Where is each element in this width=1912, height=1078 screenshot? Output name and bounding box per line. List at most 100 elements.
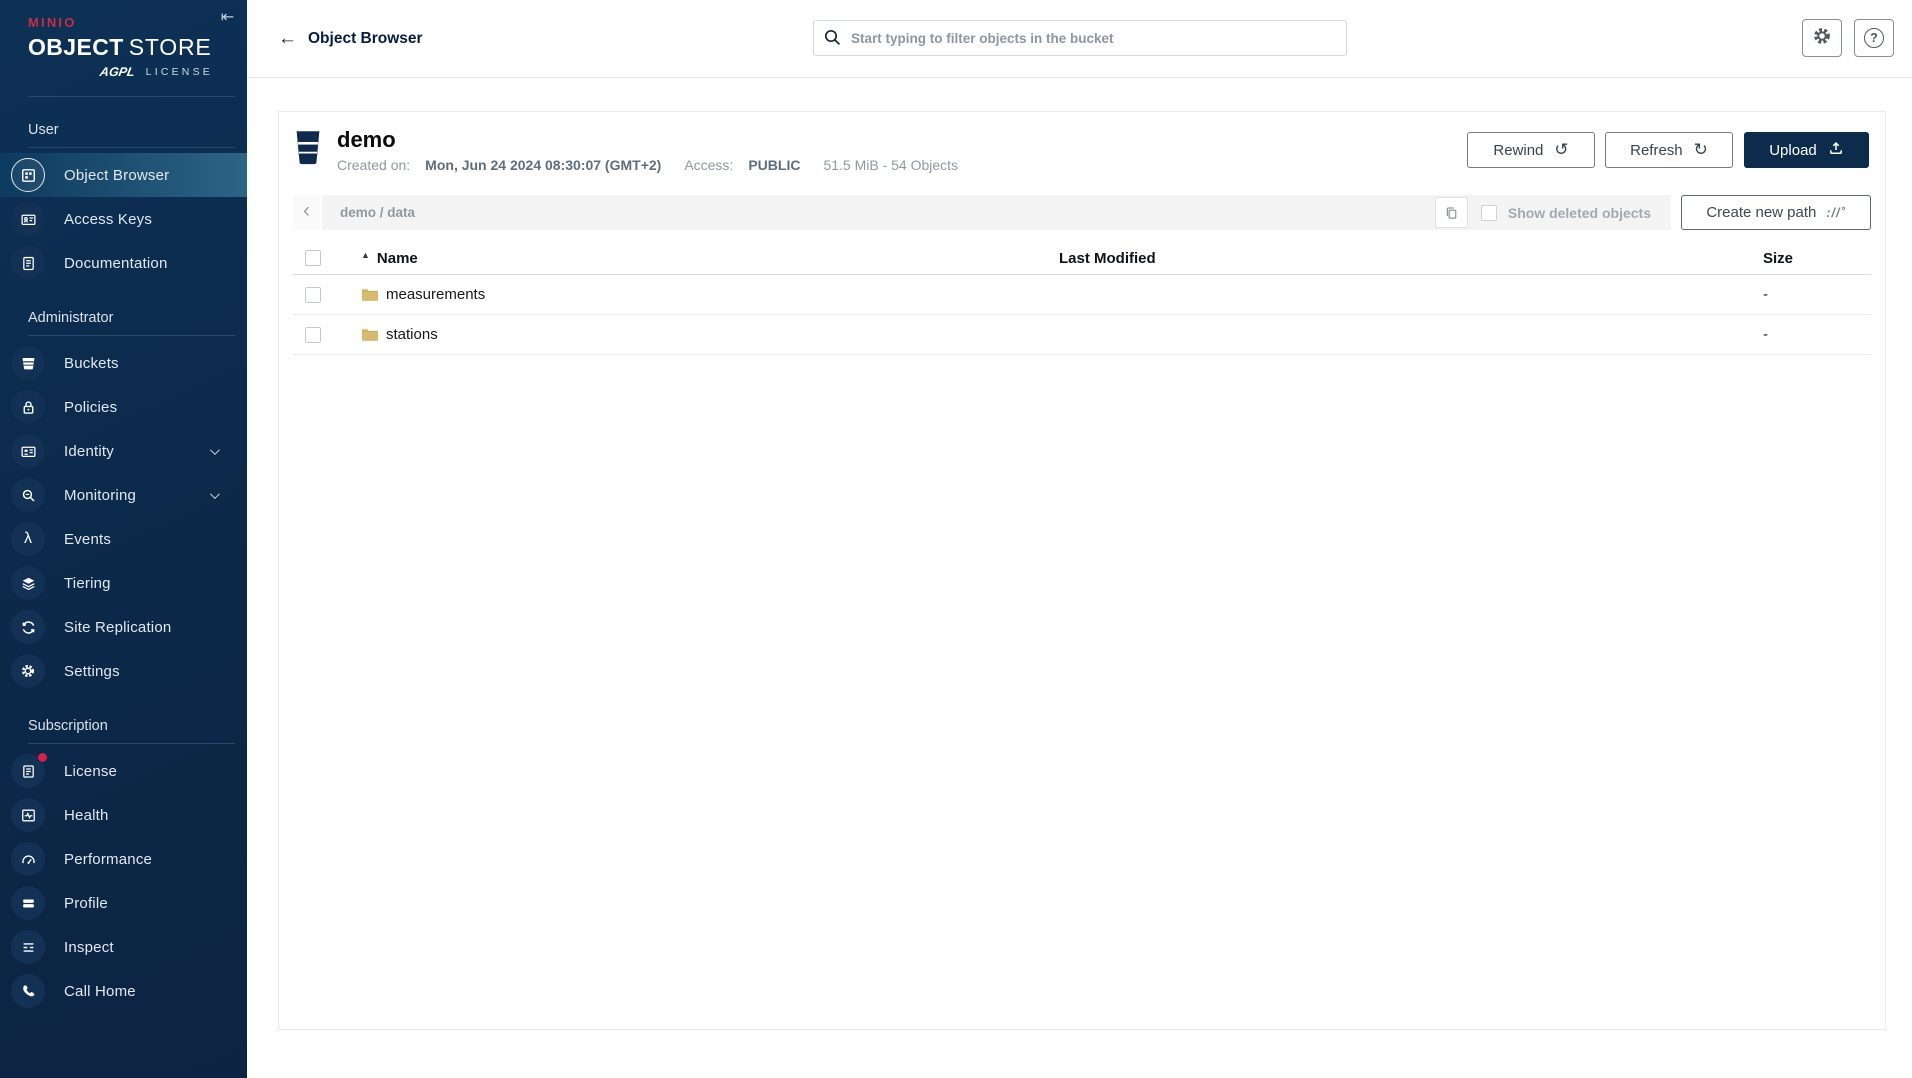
sidebar-item-documentation[interactable]: Documentation — [0, 241, 247, 285]
sidebar-item-profile[interactable]: Profile — [0, 881, 247, 925]
object-name: stations — [386, 326, 438, 343]
object-name-cell[interactable]: stations — [361, 326, 1059, 343]
access-value: PUBLIC — [748, 157, 800, 173]
divider — [28, 335, 235, 336]
sidebar-item-label: Identity — [64, 443, 114, 460]
sidebar-item-label: Tiering — [64, 575, 111, 592]
product-name: OBJECTSTORE — [28, 34, 231, 61]
path-back-button[interactable]: ‹ — [293, 195, 322, 230]
sidebar-item-policies[interactable]: Policies — [0, 385, 247, 429]
settings-button[interactable] — [1802, 19, 1842, 57]
back-arrow-icon: ← — [278, 29, 297, 48]
copy-icon — [1444, 205, 1459, 221]
sidebar-item-license[interactable]: License — [0, 749, 247, 793]
row-checkbox[interactable] — [305, 327, 321, 343]
object-name-cell[interactable]: measurements — [361, 286, 1059, 303]
section-label: User — [0, 122, 247, 138]
documentation-icon — [11, 246, 45, 280]
settings-icon — [11, 654, 45, 688]
chevron-down-icon — [210, 445, 220, 455]
sidebar-item-performance[interactable]: Performance — [0, 837, 247, 881]
divider — [28, 96, 235, 97]
create-new-path-button[interactable]: Create new path ://˚ — [1681, 195, 1871, 230]
column-size[interactable]: Size — [1749, 250, 1871, 267]
sidebar-item-access-keys[interactable]: Access Keys — [0, 197, 247, 241]
browser-bar: ‹ demo / data Show deleted objects Creat… — [293, 195, 1871, 230]
sidebar-item-label: Object Browser — [64, 167, 169, 184]
gear-icon — [1811, 25, 1833, 52]
bucket-icon — [295, 129, 321, 171]
collapse-sidebar-icon[interactable]: ⇤ — [221, 7, 234, 27]
chevron-down-icon — [210, 489, 220, 499]
sidebar-section-user: User Object Browser Access Keys Documentati… — [0, 122, 247, 285]
refresh-button[interactable]: Refresh ↻ — [1605, 132, 1733, 168]
table-header: ▲ Name Last Modified Size — [293, 242, 1871, 275]
sidebar-item-call-home[interactable]: Call Home — [0, 969, 247, 1013]
inspect-icon — [11, 930, 45, 964]
top-bar: ← Object Browser ? — [247, 0, 1912, 78]
sidebar-item-label: Documentation — [64, 255, 168, 272]
object-size: - — [1749, 286, 1871, 303]
notification-dot — [37, 752, 48, 763]
sort-asc-icon: ▲ — [361, 250, 370, 260]
table-row-stations[interactable]: stations- — [293, 315, 1871, 355]
select-all-checkbox[interactable] — [305, 250, 321, 266]
sidebar-item-label: Access Keys — [64, 211, 152, 228]
sidebar-item-label: Settings — [64, 663, 120, 680]
object-filter — [813, 20, 1347, 56]
show-deleted-toggle[interactable]: Show deleted objects — [1481, 205, 1651, 221]
help-button[interactable]: ? — [1854, 19, 1894, 57]
search-input[interactable] — [813, 20, 1347, 56]
access-label: Access: — [684, 157, 733, 173]
folder-icon — [361, 327, 379, 342]
site-replication-icon — [11, 610, 45, 644]
sidebar-section-subscription: SubscriptionLicenseHealthPerformanceProf… — [0, 718, 247, 1013]
upload-button[interactable]: Upload — [1744, 132, 1869, 168]
sidebar-item-events[interactable]: λEvents — [0, 517, 247, 561]
back-to-buckets[interactable]: ← Object Browser — [278, 29, 423, 48]
minio-wordmark: MINIO — [28, 15, 231, 30]
sidebar-item-label: Buckets — [64, 355, 119, 372]
rewind-button[interactable]: Rewind ↺ — [1467, 132, 1595, 168]
sidebar-item-inspect[interactable]: Inspect — [0, 925, 247, 969]
sidebar-item-tiering[interactable]: Tiering — [0, 561, 247, 605]
sidebar-nav: User Object Browser Access Keys Documentati… — [0, 122, 247, 1013]
sidebar-item-monitoring[interactable]: Monitoring — [0, 473, 247, 517]
table-row-measurements[interactable]: measurements - — [293, 275, 1871, 315]
show-deleted-checkbox[interactable] — [1481, 205, 1497, 221]
sidebar-item-label: Profile — [64, 895, 108, 912]
sidebar-section-administrator: Administrator Buckets Policies Identity Moni… — [0, 310, 247, 693]
profile-icon — [11, 886, 45, 920]
events-icon: λ — [11, 522, 45, 556]
sidebar-item-site-replication[interactable]: Site Replication — [0, 605, 247, 649]
main-area: ← Object Browser ? — [247, 0, 1912, 1078]
search-icon — [823, 28, 842, 52]
copy-path-button[interactable] — [1435, 197, 1468, 228]
table-body: measurements - stations- — [293, 275, 1871, 355]
refresh-icon: ↻ — [1694, 140, 1708, 160]
sidebar-item-object-browser[interactable]: Object Browser — [0, 153, 247, 197]
access-keys-icon — [11, 202, 45, 236]
rewind-icon: ↺ — [1554, 140, 1568, 160]
sidebar-item-settings[interactable]: Settings — [0, 649, 247, 693]
bucket-usage: 51.5 MiB - 54 Objects — [823, 157, 958, 173]
policies-icon — [11, 390, 45, 424]
object-browser-icon — [11, 158, 45, 192]
sidebar-item-buckets[interactable]: Buckets — [0, 341, 247, 385]
section-label: Administrator — [0, 310, 247, 326]
sidebar-item-label: Health — [64, 807, 109, 824]
row-checkbox[interactable] — [305, 287, 321, 303]
sidebar-item-label: Call Home — [64, 983, 136, 1000]
created-label: Created on: — [337, 157, 410, 173]
bucket-header: demo Created on: Mon, Jun 24 2024 08:30:… — [293, 112, 1871, 187]
bucket-card: demo Created on: Mon, Jun 24 2024 08:30:… — [278, 111, 1886, 1030]
app: ⇤ MINIO OBJECTSTORE AGPL LICENSE UserObj… — [0, 0, 1912, 1078]
column-name[interactable]: ▲ Name — [361, 250, 1059, 267]
page-title: Object Browser — [308, 30, 423, 48]
sidebar-item-health[interactable]: Health — [0, 793, 247, 837]
license-icon — [11, 754, 45, 788]
sidebar-item-identity[interactable]: Identity — [0, 429, 247, 473]
sidebar-item-label: Inspect — [64, 939, 114, 956]
column-last-modified[interactable]: Last Modified — [1059, 250, 1749, 267]
sidebar-item-label: Site Replication — [64, 619, 171, 636]
